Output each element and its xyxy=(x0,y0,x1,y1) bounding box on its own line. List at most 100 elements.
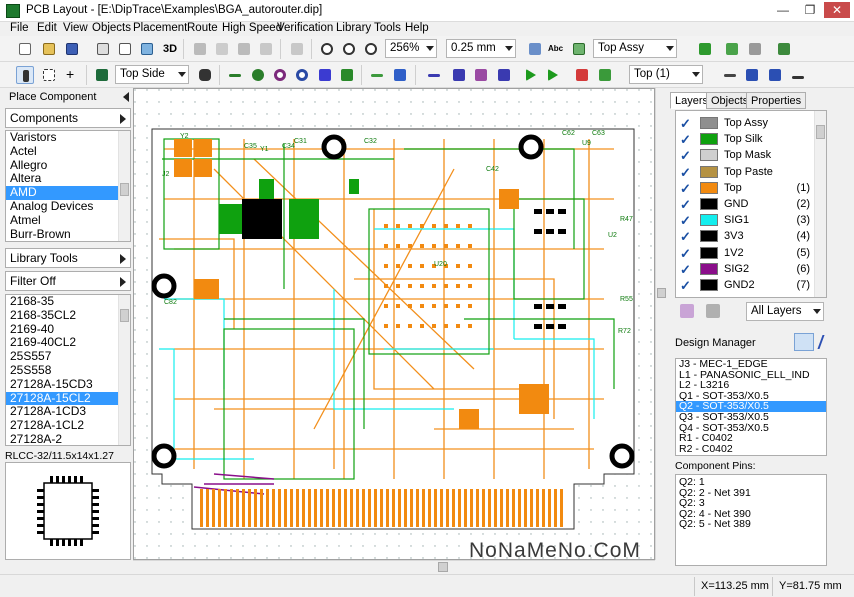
copper-pour-icon[interactable] xyxy=(316,66,334,84)
part-list[interactable]: 2168-35 2168-35CL2 2169-40 2169-40CL2 25S557… xyxy=(5,294,131,446)
preview-icon[interactable] xyxy=(116,40,134,58)
layer-row[interactable]: ✓ GND (2) xyxy=(676,196,816,212)
layer-row[interactable]: ✓ Top Mask xyxy=(676,147,816,163)
properties-icon[interactable] xyxy=(775,40,793,58)
layers-icon[interactable] xyxy=(138,40,156,58)
copy-icon[interactable] xyxy=(213,40,231,58)
paste-icon[interactable] xyxy=(235,40,253,58)
menu-edit[interactable]: Edit xyxy=(37,22,57,34)
collapse-panel-icon[interactable] xyxy=(123,92,129,102)
component-icon[interactable] xyxy=(696,40,714,58)
check-icon[interactable]: ✓ xyxy=(680,116,691,132)
check-icon[interactable]: ✓ xyxy=(680,246,691,262)
route-icon[interactable] xyxy=(226,66,244,84)
zoom-window-icon[interactable] xyxy=(362,40,380,58)
unroute-icon[interactable] xyxy=(472,66,490,84)
layer-row[interactable]: ✓ Top Paste xyxy=(676,164,816,180)
check-icon[interactable]: ✓ xyxy=(680,262,691,278)
minimize-button[interactable]: — xyxy=(770,2,796,18)
tab-properties[interactable]: Properties xyxy=(746,92,807,109)
components-dropdown[interactable]: Components xyxy=(5,108,131,128)
check-icon[interactable]: ✓ xyxy=(680,213,691,229)
open-icon[interactable] xyxy=(40,40,58,58)
side-select[interactable]: Top Side xyxy=(115,65,189,84)
check-icon[interactable]: ✓ xyxy=(680,197,691,213)
check-icon[interactable]: ✓ xyxy=(680,165,691,181)
route-net-icon[interactable] xyxy=(495,66,513,84)
add-layer-icon[interactable] xyxy=(680,304,694,318)
component-pins-list[interactable]: Q2: 1 Q2: 2 - Net 391 Q2: 3 Q2: 4 - Net 390… xyxy=(675,474,827,566)
zoom-select[interactable]: 256% xyxy=(385,39,437,58)
ungroup-icon[interactable] xyxy=(746,40,764,58)
layer-row[interactable]: ✓ SIG1 (3) xyxy=(676,212,816,228)
pour-manager-icon[interactable] xyxy=(338,66,356,84)
list-item[interactable]: Varistors xyxy=(6,131,130,145)
close-button[interactable]: ✕ xyxy=(824,2,850,18)
crosshair-icon[interactable]: + xyxy=(63,66,81,84)
menu-help[interactable]: Help xyxy=(405,22,429,34)
menu-library[interactable]: Library xyxy=(336,22,371,34)
layer-stack-icon[interactable] xyxy=(789,66,807,84)
check-icon[interactable]: ✓ xyxy=(680,278,691,294)
layer-select[interactable]: Top (1) xyxy=(629,65,703,84)
hole-icon[interactable] xyxy=(293,66,311,84)
via-icon[interactable] xyxy=(271,66,289,84)
list-item[interactable]: Q2: 1 xyxy=(676,477,826,488)
manufacturer-list[interactable]: Varistors Actel Allegro Altera AMD Analog Dev… xyxy=(5,130,131,242)
units-icon[interactable] xyxy=(526,40,544,58)
save-icon[interactable] xyxy=(63,40,81,58)
delete-icon[interactable] xyxy=(257,40,275,58)
list-item[interactable]: AMD xyxy=(6,185,130,200)
list-item[interactable]: Burr-Brown xyxy=(6,227,130,241)
route-bus-icon[interactable] xyxy=(450,66,468,84)
nets-view-icon[interactable] xyxy=(817,335,837,349)
canvas-vertical-scrollbar[interactable] xyxy=(655,88,667,560)
menu-file[interactable]: File xyxy=(10,22,29,34)
manufacturer-scrollbar[interactable] xyxy=(118,131,130,241)
layer-row[interactable]: ✓ Top Silk xyxy=(676,131,816,147)
list-item[interactable]: 25S557 xyxy=(6,349,130,364)
run-selected-icon[interactable] xyxy=(545,66,563,84)
layer-row[interactable]: ✓ Top (1) xyxy=(676,180,816,196)
layer-swap-icon[interactable] xyxy=(766,66,784,84)
menu-placement[interactable]: Placement xyxy=(133,22,187,34)
list-item[interactable]: 27128A-2 xyxy=(6,432,130,445)
canvas-horizontal-scrollbar[interactable] xyxy=(133,560,655,573)
list-item[interactable]: Atmel xyxy=(6,213,130,228)
layer-list[interactable]: ✓ Top Assy ✓ Top Silk ✓ Top Mask ✓ Top Paste ✓ To… xyxy=(675,110,827,298)
undo-icon[interactable] xyxy=(288,40,306,58)
menu-objects[interactable]: Objects xyxy=(92,22,131,34)
layer-up-icon[interactable] xyxy=(721,66,739,84)
pcb-canvas[interactable]: Y2 C35 C34 J2 C31 C32 Y1 C42 C62 C63 U9 … xyxy=(133,88,655,560)
pointer-icon[interactable] xyxy=(16,66,34,84)
list-item[interactable]: 2168-35 xyxy=(6,295,130,309)
check-icon[interactable]: ✓ xyxy=(680,148,691,164)
layer-setup-icon[interactable] xyxy=(706,304,720,318)
group-icon[interactable] xyxy=(723,40,741,58)
cut-icon[interactable] xyxy=(191,40,209,58)
chip-icon[interactable] xyxy=(93,66,111,84)
route-manual-icon[interactable] xyxy=(425,66,443,84)
list-item[interactable]: 2169-40CL2 xyxy=(6,336,130,350)
components-view-icon[interactable] xyxy=(794,333,814,351)
binoculars-icon[interactable] xyxy=(196,66,214,84)
layer-toggle-icon[interactable] xyxy=(743,66,761,84)
run-autorouter-icon[interactable] xyxy=(523,66,541,84)
list-item[interactable]: Q3 - SOT-353/X0.5 xyxy=(676,412,826,423)
list-item[interactable]: 27128A-15CL2 xyxy=(6,391,130,406)
pad-icon[interactable] xyxy=(249,66,267,84)
grid-select[interactable]: 0.25 mm xyxy=(446,39,516,58)
view-3d-button[interactable]: 3D xyxy=(160,40,178,58)
layer-row[interactable]: ✓ Top Assy xyxy=(676,115,816,131)
check-icon[interactable]: ✓ xyxy=(680,132,691,148)
new-icon[interactable] xyxy=(16,40,34,58)
drc-icon[interactable] xyxy=(573,66,591,84)
restore-button[interactable]: ❐ xyxy=(797,2,823,18)
menu-high-speed[interactable]: High Speed xyxy=(222,22,282,34)
list-item[interactable]: Actel xyxy=(6,144,130,159)
list-item[interactable]: 25S558 xyxy=(6,363,130,378)
list-item[interactable]: Allegro xyxy=(6,158,130,173)
layer-row[interactable]: ✓ 3V3 (4) xyxy=(676,228,816,244)
image-icon[interactable] xyxy=(570,40,588,58)
all-layers-select[interactable]: All Layers xyxy=(746,302,824,321)
